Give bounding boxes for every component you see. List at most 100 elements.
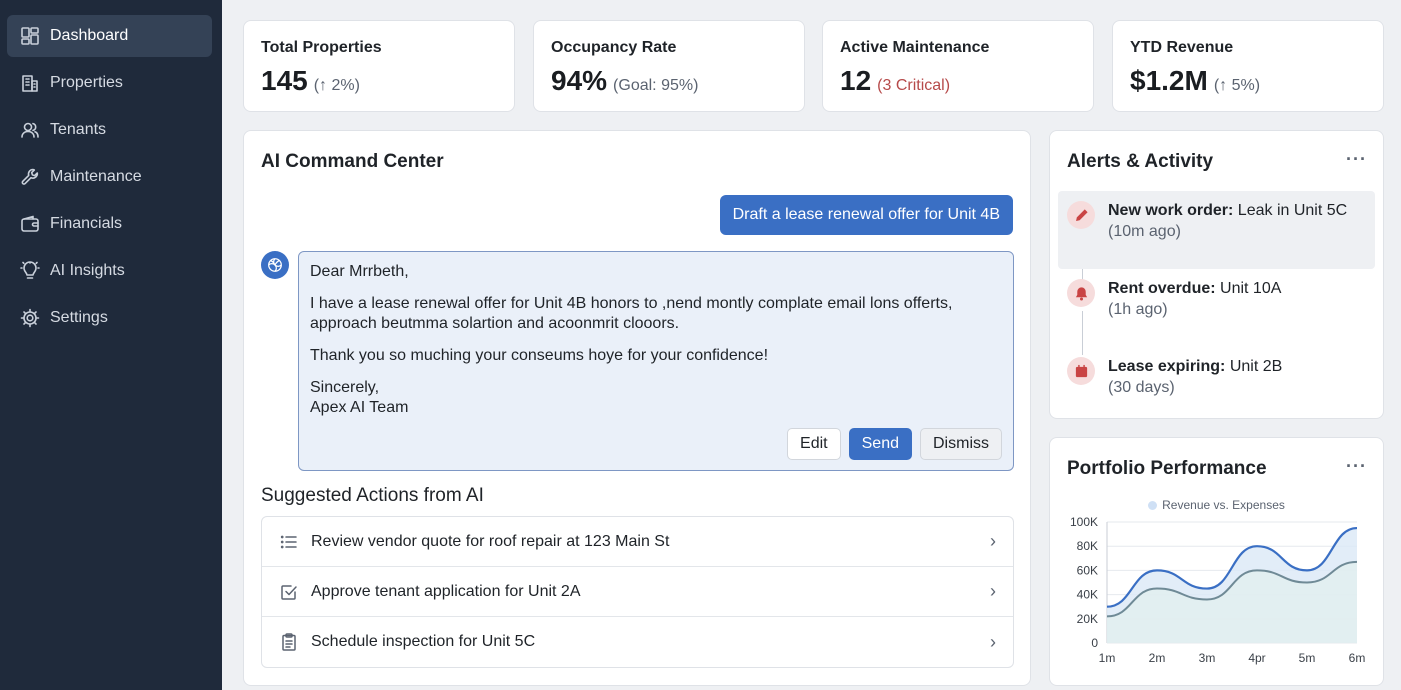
ai-avatar-icon bbox=[261, 251, 289, 279]
stat-critical: (3 Critical) bbox=[877, 77, 951, 94]
sidebar: Dashboard Properties Tenants Maintenance… bbox=[0, 0, 222, 690]
sidebar-item-dashboard[interactable]: Dashboard bbox=[7, 15, 212, 57]
x-tick-label: 6m bbox=[1349, 651, 1366, 665]
y-tick-label: 0 bbox=[1091, 636, 1098, 650]
x-tick-label: 2m bbox=[1149, 651, 1166, 665]
sidebar-item-label: Dashboard bbox=[50, 27, 129, 44]
sidebar-item-label: Settings bbox=[50, 309, 108, 326]
stat-card-ytd-revenue: YTD Revenue $1.2M (↑ 5%) bbox=[1112, 20, 1384, 112]
draft-body: Thank you so muching your conseums hoye … bbox=[310, 347, 769, 364]
stat-card-total-properties: Total Properties 145 (↑ 2%) bbox=[243, 20, 515, 112]
stat-value-row: 12 (3 Critical) bbox=[840, 65, 950, 97]
card-title: Portfolio Performance bbox=[1067, 458, 1267, 479]
sidebar-item-properties[interactable]: Properties bbox=[7, 62, 212, 104]
sidebar-item-label: Financials bbox=[50, 215, 123, 232]
y-tick-label: 80K bbox=[1077, 539, 1098, 553]
draft-body: I have a lease renewal offer for Unit 4B… bbox=[310, 295, 953, 332]
sidebar-item-settings[interactable]: Settings bbox=[7, 297, 212, 339]
stat-value: 94% bbox=[551, 65, 608, 96]
card-title: Alerts & Activity bbox=[1067, 151, 1214, 172]
x-tick-label: 1m bbox=[1099, 651, 1116, 665]
x-tick-label: 5m bbox=[1299, 651, 1316, 665]
more-options-icon[interactable]: ··· bbox=[1346, 456, 1367, 477]
calendar-icon bbox=[1067, 357, 1095, 385]
alert-item[interactable]: New work order: Leak in Unit 5C (10m ago… bbox=[1058, 191, 1375, 269]
bell-icon bbox=[1067, 279, 1095, 307]
ai-command-center: AI Command Center Draft a lease renewal … bbox=[243, 130, 1031, 686]
stat-title: Total Properties bbox=[261, 39, 382, 56]
chevron-right-icon: › bbox=[990, 631, 996, 652]
alert-time: (30 days) bbox=[1108, 379, 1175, 396]
dashboard-icon bbox=[19, 25, 41, 47]
chevron-right-icon: › bbox=[990, 531, 996, 551]
sidebar-item-financials[interactable]: Financials bbox=[7, 203, 212, 245]
x-tick-label: 4pr bbox=[1248, 651, 1265, 665]
suggested-actions-title: Suggested Actions from AI bbox=[261, 485, 484, 506]
sidebar-item-label: Maintenance bbox=[50, 168, 142, 185]
stat-change: (↑ 5%) bbox=[1213, 77, 1261, 94]
draft-closing: Sincerely, bbox=[310, 379, 380, 396]
users-icon bbox=[19, 119, 41, 141]
alerts-activity-card: Alerts & Activity ··· New work order: Le… bbox=[1049, 130, 1384, 419]
ai-draft-message: Dear Mrrbeth, I have a lease renewal off… bbox=[298, 251, 1014, 471]
edit-button[interactable]: Edit bbox=[787, 428, 841, 460]
sidebar-item-label: Tenants bbox=[50, 121, 107, 138]
action-label: Review vendor quote for roof repair at 1… bbox=[311, 532, 670, 550]
card-title: AI Command Center bbox=[261, 151, 444, 172]
stat-value-row: 94% (Goal: 95%) bbox=[551, 65, 698, 97]
legend-label: Revenue vs. Expenses bbox=[1162, 498, 1285, 512]
list-icon bbox=[279, 532, 299, 552]
sidebar-item-ai-insights[interactable]: AI Insights bbox=[7, 250, 212, 292]
suggested-action-item[interactable]: Approve tenant application for Unit 2A › bbox=[262, 567, 1013, 617]
action-label: Approve tenant application for Unit 2A bbox=[311, 582, 581, 600]
wallet-icon bbox=[19, 213, 41, 235]
chevron-right-icon: › bbox=[990, 581, 996, 601]
alert-time: (10m ago) bbox=[1108, 223, 1181, 240]
portfolio-performance-card: 100K 80K 60K 40K 20K 0 1m 2m 3m 4pr 5m 6m Portfolio… bbox=[1049, 437, 1384, 686]
y-tick-label: 60K bbox=[1077, 563, 1098, 577]
action-label: Schedule inspection for Unit 5C bbox=[311, 633, 536, 650]
gear-icon bbox=[19, 307, 41, 329]
more-options-icon[interactable]: ··· bbox=[1346, 149, 1367, 170]
alert-detail: Leak in Unit 5C bbox=[1233, 202, 1348, 219]
dismiss-button[interactable]: Dismiss bbox=[920, 428, 1002, 460]
alert-detail: Unit 2B bbox=[1225, 358, 1283, 375]
stat-title: Active Maintenance bbox=[840, 39, 990, 56]
building-icon bbox=[19, 72, 41, 94]
sidebar-item-label: AI Insights bbox=[50, 262, 125, 279]
alert-text: Rent overdue: Unit 10A (1h ago) bbox=[1108, 278, 1281, 320]
wrench-icon bbox=[19, 166, 41, 188]
suggested-action-item[interactable]: Review vendor quote for roof repair at 1… bbox=[262, 517, 1013, 567]
suggested-action-item[interactable]: Schedule inspection for Unit 5C › bbox=[262, 617, 1013, 667]
y-tick-label: 40K bbox=[1077, 588, 1098, 602]
stat-card-occupancy-rate: Occupancy Rate 94% (Goal: 95%) bbox=[533, 20, 805, 112]
alert-text: Lease expiring: Unit 2B (30 days) bbox=[1108, 356, 1282, 398]
alert-item[interactable]: Rent overdue: Unit 10A (1h ago) bbox=[1058, 269, 1375, 347]
alert-time: (1h ago) bbox=[1108, 301, 1168, 318]
y-tick-label: 20K bbox=[1077, 612, 1098, 626]
checkbox-icon bbox=[279, 582, 299, 602]
clipboard-icon bbox=[279, 632, 299, 652]
x-tick-label: 3m bbox=[1199, 651, 1216, 665]
draft-actions: Edit Send Dismiss bbox=[787, 428, 1002, 460]
sidebar-item-tenants[interactable]: Tenants bbox=[7, 109, 212, 151]
stat-value: 12 bbox=[840, 65, 872, 96]
send-button[interactable]: Send bbox=[848, 428, 912, 460]
stat-title: Occupancy Rate bbox=[551, 39, 677, 56]
alert-title: Rent overdue: bbox=[1108, 280, 1216, 297]
legend-swatch bbox=[1148, 501, 1158, 510]
stat-card-active-maintenance: Active Maintenance 12 (3 Critical) bbox=[822, 20, 1094, 112]
draft-greeting: Dear Mrrbeth, bbox=[310, 263, 409, 280]
lightbulb-icon bbox=[19, 260, 41, 282]
stat-value-row: 145 (↑ 2%) bbox=[261, 65, 360, 97]
alert-detail: Unit 10A bbox=[1215, 280, 1282, 297]
user-prompt-bubble: Draft a lease renewal offer for Unit 4B bbox=[719, 195, 1013, 235]
stat-title: YTD Revenue bbox=[1130, 39, 1234, 56]
sidebar-item-label: Properties bbox=[50, 74, 123, 91]
suggested-actions-list: Review vendor quote for roof repair at 1… bbox=[261, 516, 1014, 668]
sidebar-item-maintenance[interactable]: Maintenance bbox=[7, 156, 212, 198]
pencil-icon bbox=[1067, 201, 1095, 229]
stat-goal: (Goal: 95%) bbox=[613, 77, 699, 94]
alert-item[interactable]: Lease expiring: Unit 2B (30 days) bbox=[1058, 347, 1375, 425]
stat-value: 145 bbox=[261, 65, 308, 96]
